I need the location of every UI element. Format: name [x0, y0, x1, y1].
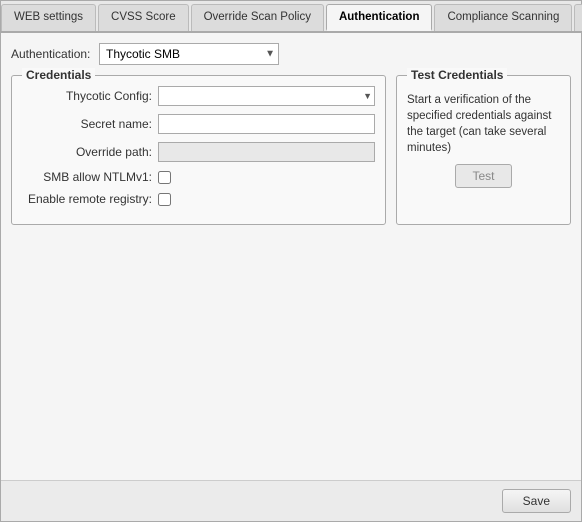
- tab-authentication[interactable]: Authentication: [326, 4, 433, 31]
- auth-select[interactable]: Thycotic SMBLocal AccountWindows Account…: [99, 43, 279, 65]
- test-credentials-panel: Test Credentials Start a verification of…: [396, 75, 571, 225]
- tab-databases[interactable]: Databases: [574, 4, 582, 31]
- credentials-field-row-4: Enable remote registry:: [22, 192, 375, 206]
- footer: Save: [1, 480, 581, 521]
- credentials-field-label-0: Thycotic Config:: [22, 89, 152, 103]
- credentials-field-label-1: Secret name:: [22, 117, 152, 131]
- auth-label: Authentication:: [11, 47, 91, 61]
- credentials-field-row-1: Secret name:: [22, 114, 375, 134]
- tab-compliance-scanning[interactable]: Compliance Scanning: [434, 4, 572, 31]
- credentials-input-2: [158, 142, 375, 162]
- credentials-input-1[interactable]: [158, 114, 375, 134]
- credentials-fields: Thycotic Config: ▼ Secret name: Override pa…: [22, 86, 375, 206]
- credentials-field-label-4: Enable remote registry:: [22, 192, 152, 206]
- test-button[interactable]: Test: [455, 164, 511, 188]
- credentials-select-wrapper-0: ▼: [158, 86, 375, 106]
- test-credentials-legend: Test Credentials: [407, 68, 507, 82]
- credentials-field-label-3: SMB allow NTLMv1:: [22, 170, 152, 184]
- credentials-panel: Credentials Thycotic Config:▼Secret name…: [11, 75, 386, 225]
- tab-override-scan-policy[interactable]: Override Scan Policy: [191, 4, 324, 31]
- credentials-field-label-2: Override path:: [22, 145, 152, 159]
- credentials-field-row-2: Override path:: [22, 142, 375, 162]
- tab-web-settings[interactable]: WEB settings: [1, 4, 96, 31]
- credentials-checkbox-3[interactable]: [158, 171, 171, 184]
- content-area: Authentication: Thycotic SMBLocal Accoun…: [1, 33, 581, 480]
- test-description: Start a verification of the specified cr…: [407, 92, 560, 156]
- auth-row: Authentication: Thycotic SMBLocal Accoun…: [11, 43, 571, 65]
- panels-row: Credentials Thycotic Config:▼Secret name…: [11, 75, 571, 225]
- tab-bar: WEB settingsCVSS ScoreOverride Scan Poli…: [1, 1, 581, 33]
- main-container: WEB settingsCVSS ScoreOverride Scan Poli…: [0, 0, 582, 522]
- save-button[interactable]: Save: [502, 489, 571, 513]
- credentials-checkbox-4[interactable]: [158, 193, 171, 206]
- credentials-field-row-0: Thycotic Config: ▼: [22, 86, 375, 106]
- credentials-legend: Credentials: [22, 68, 95, 82]
- credentials-field-row-3: SMB allow NTLMv1:: [22, 170, 375, 184]
- auth-select-wrapper: Thycotic SMBLocal AccountWindows Account…: [99, 43, 279, 65]
- tab-cvss-score[interactable]: CVSS Score: [98, 4, 189, 31]
- credentials-select-0[interactable]: [158, 86, 375, 106]
